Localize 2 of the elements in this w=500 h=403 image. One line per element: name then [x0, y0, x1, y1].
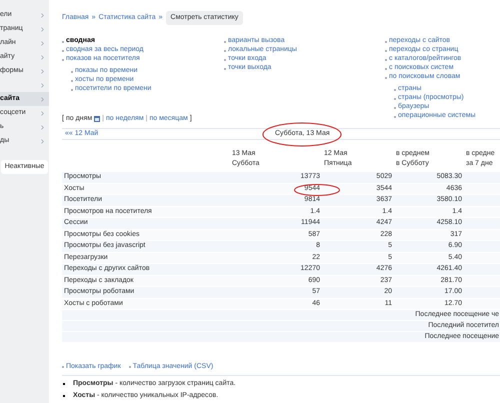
calendar-icon — [94, 116, 100, 122]
hand-drawn-circle — [294, 184, 340, 196]
